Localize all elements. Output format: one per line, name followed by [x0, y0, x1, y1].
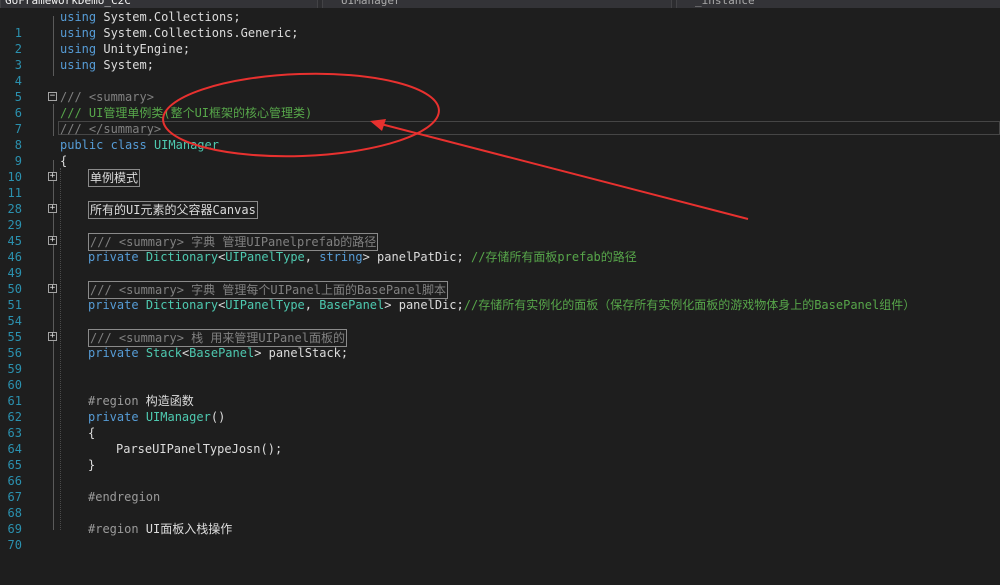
code-line: 5	[0, 73, 1000, 104]
code-text: #endregion	[88, 490, 161, 504]
code-line: 3 using UnityEngine;	[0, 41, 1000, 72]
code-text: }	[88, 458, 96, 472]
code-text: private UIManager()	[88, 410, 226, 424]
code-text: using UnityEngine;	[60, 42, 191, 56]
expand-icon[interactable]: +	[48, 204, 57, 213]
code-line: 67	[0, 473, 1000, 504]
chevron-down-icon: ▾	[662, 0, 667, 3]
code-line: 1 using System.Collections;	[0, 9, 1000, 40]
code-text: private Stack<BasePanel> panelStack;	[88, 346, 349, 360]
expand-icon[interactable]: +	[48, 236, 57, 245]
class-dropdown-label: UIManager	[341, 0, 401, 7]
code-line: 10 {	[0, 153, 1000, 184]
code-line: 6 − /// <summary>	[0, 89, 1000, 120]
code-line: 70 #region UI面板入栈操作	[0, 521, 1000, 552]
code-line: 46 + /// <summary> 字典 管理UIPanelprefab的路径	[0, 233, 1000, 264]
code-line: 66 }	[0, 457, 1000, 488]
code-line: 51 + /// <summary> 字典 管理每个UIPanel上面的Base…	[0, 281, 1000, 312]
code-line: 50	[0, 265, 1000, 296]
code-line: 61	[0, 377, 1000, 408]
code-line: 28	[0, 185, 1000, 216]
code-text: /// <summary>	[60, 90, 154, 104]
chevron-down-icon: ▾	[992, 0, 997, 3]
code-text: private Dictionary<UIPanelType, BasePane…	[88, 298, 916, 312]
code-text: public class UIManager	[60, 138, 219, 152]
code-line: 69	[0, 505, 1000, 536]
code-text: /// </summary>	[60, 122, 162, 136]
code-line: 49 private Dictionary<UIPanelType, strin…	[0, 249, 1000, 280]
member-dropdown-label: _instance	[695, 0, 755, 7]
code-text: ParseUIPanelTypeJosn();	[116, 442, 283, 456]
member-dropdown[interactable]: _instance ▾	[676, 0, 1000, 8]
code-line: 4 using System;	[0, 57, 1000, 88]
project-dropdown[interactable]: GoFrameworkDemo_C2C ▾	[0, 0, 318, 8]
code-line: 45	[0, 217, 1000, 248]
code-line: 68 #endregion	[0, 489, 1000, 520]
navigation-bar: GoFrameworkDemo_C2C ▾ UIManager ▾ _insta…	[0, 0, 1000, 8]
code-line: 2 using System.Collections.Generic;	[0, 25, 1000, 56]
code-text: using System.Collections;	[60, 10, 241, 24]
code-line: 8 /// </summary>	[0, 121, 1000, 152]
code-line: 29 + 所有的UI元素的父容器Canvas	[0, 201, 1000, 232]
code-text: {	[88, 426, 96, 440]
code-text: #region 构造函数	[88, 394, 194, 408]
code-line: 7 /// UI管理单例类(整个UI框架的核心管理类)	[0, 105, 1000, 136]
code-text: using System.Collections.Generic;	[60, 26, 299, 40]
code-text: using System;	[60, 58, 154, 72]
code-text: /// UI管理单例类(整个UI框架的核心管理类)	[60, 106, 313, 120]
collapse-icon[interactable]: −	[48, 92, 57, 101]
project-dropdown-label: GoFrameworkDemo_C2C	[5, 0, 131, 7]
code-line: 59 private Stack<BasePanel> panelStack;	[0, 345, 1000, 376]
code-line: 65 ParseUIPanelTypeJosn();	[0, 441, 1000, 472]
code-text: #region UI面板入栈操作	[88, 522, 233, 536]
expand-icon[interactable]: +	[48, 332, 57, 341]
expand-icon[interactable]: +	[48, 284, 57, 293]
chevron-down-icon: ▾	[308, 0, 313, 3]
code-line: 62 #region 构造函数	[0, 393, 1000, 424]
code-editor[interactable]: 1 using System.Collections; 2 using Syst…	[0, 8, 1000, 552]
line-number: 70	[7, 538, 22, 552]
code-line: 60	[0, 361, 1000, 392]
code-line: 54 private Dictionary<UIPanelType, BaseP…	[0, 297, 1000, 328]
code-line: 55	[0, 313, 1000, 344]
code-line: 11 + 单例模式	[0, 169, 1000, 200]
code-line: 63 private UIManager()	[0, 409, 1000, 440]
expand-icon[interactable]: +	[48, 172, 57, 181]
class-dropdown[interactable]: UIManager ▾	[322, 0, 672, 8]
code-line: 64 {	[0, 425, 1000, 456]
code-line: 9 public class UIManager	[0, 137, 1000, 168]
code-line: 56 + /// <summary> 栈 用来管理UIPanel面板的	[0, 329, 1000, 360]
code-text: private Dictionary<UIPanelType, string> …	[88, 250, 637, 264]
code-text: {	[60, 154, 68, 168]
